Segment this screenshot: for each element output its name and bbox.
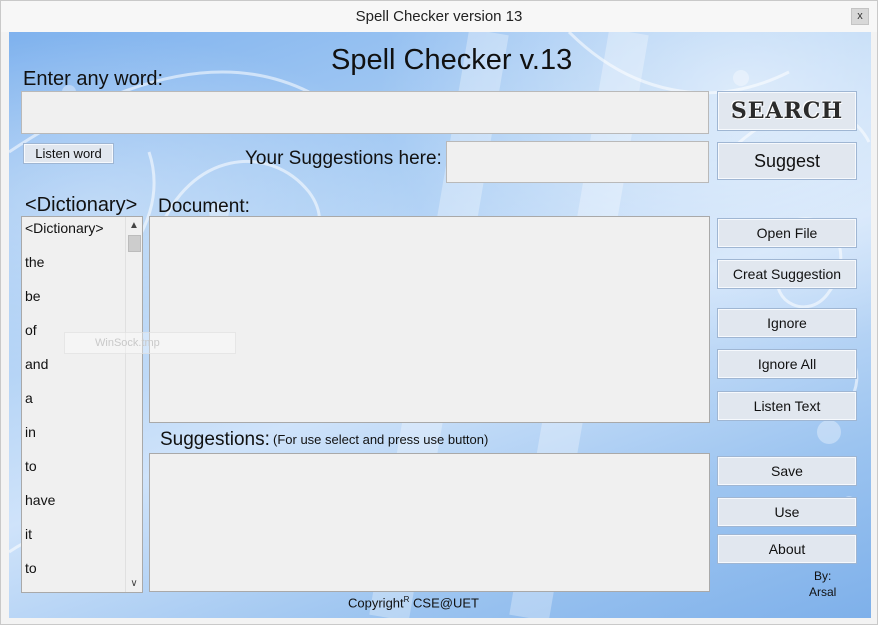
list-item[interactable]: be [22,285,126,319]
open-file-button[interactable]: Open File [717,218,857,248]
word-input[interactable] [21,91,709,134]
copyright-org: CSE@UET [413,595,479,611]
your-suggestions-label: Your Suggestions here: [245,148,442,169]
suggestions-label: Suggestions: [160,429,270,450]
save-button[interactable]: Save [717,456,857,486]
dictionary-scrollbar[interactable]: ▲ ∨ [125,217,142,592]
list-item[interactable]: and [22,353,126,387]
app-window: Spell Checker version 13 x Spell Checker… [0,0,878,625]
main-panel: Spell Checker v.13 Enter any word: SEARC… [9,32,871,618]
suggestions-note: (For use select and press use button) [273,432,489,447]
dictionary-list[interactable]: <Dictionary> the be of and a in to have … [21,216,143,593]
suggestions-list[interactable] [149,453,710,592]
dictionary-heading: <Dictionary> [25,194,138,216]
close-button[interactable]: x [851,8,869,25]
scroll-up-icon[interactable]: ▲ [126,217,142,234]
ignore-button[interactable]: Ignore [717,308,857,338]
author-credit: By: Arsal [809,568,836,600]
list-item[interactable]: a [22,387,126,421]
list-item[interactable]: it [22,523,126,557]
app-title: Spell Checker v.13 [331,44,573,76]
document-label: Document: [158,196,250,217]
enter-word-label: Enter any word: [23,68,164,90]
scroll-down-icon[interactable]: ∨ [126,575,142,592]
list-item[interactable]: to [22,557,126,591]
document-ghost-text: WinSock.tmp [64,332,236,354]
list-item[interactable]: have [22,489,126,523]
window-title: Spell Checker version 13 [355,8,523,25]
copyright-label: Copyright [348,595,404,611]
about-button[interactable]: About [717,534,857,564]
scroll-thumb[interactable] [128,235,141,252]
copyright-text: CopyrightR CSE@UET [348,595,479,610]
listen-text-button[interactable]: Listen Text [717,391,857,421]
suggest-button[interactable]: Suggest [717,142,857,180]
ignore-all-button[interactable]: Ignore All [717,349,857,379]
listen-word-button[interactable]: Listen word [23,143,114,164]
title-bar: Spell Checker version 13 x [1,1,877,32]
by-label: By: [814,569,832,583]
suggestion-input[interactable] [446,141,709,183]
list-item[interactable]: the [22,251,126,285]
dictionary-items: <Dictionary> the be of and a in to have … [22,217,126,591]
list-item[interactable]: in [22,421,126,455]
list-item[interactable]: <Dictionary> [22,217,126,251]
author-name: Arsal [809,585,837,599]
document-textarea[interactable]: WinSock.tmp [64,216,710,423]
creat-suggestion-button[interactable]: Creat Suggestion [717,259,857,289]
registered-mark: R [403,595,410,604]
search-button[interactable]: SEARCH [717,91,857,131]
list-item[interactable]: to [22,455,126,489]
use-button[interactable]: Use [717,497,857,527]
